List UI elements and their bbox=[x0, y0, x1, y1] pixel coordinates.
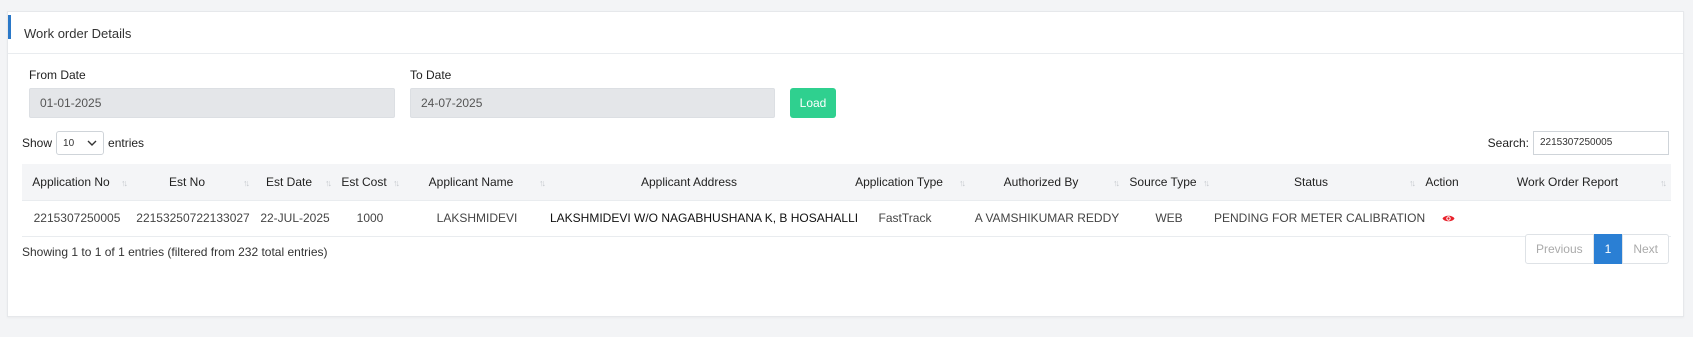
search-label: Search: bbox=[1487, 136, 1529, 150]
sort-icon: ↑↓ bbox=[1660, 177, 1667, 188]
table-header-row: Application No ↑↓ Est No ↑↓ Est Date ↑↓ Est… bbox=[22, 164, 1671, 201]
sort-icon: ↑↓ bbox=[1203, 177, 1210, 188]
sort-icon: ↑↓ bbox=[325, 177, 332, 188]
cell-work-order-report bbox=[1476, 200, 1671, 237]
next-page-button[interactable]: Next bbox=[1622, 234, 1669, 264]
sort-icon: ↑↓ bbox=[539, 177, 546, 188]
cell-status: PENDING FOR METER CALIBRATION bbox=[1214, 200, 1425, 237]
previous-page-button[interactable]: Previous bbox=[1524, 234, 1594, 264]
work-order-card: Work order Details From Date 01-01-2025 … bbox=[7, 11, 1684, 317]
col-header-application-type[interactable]: Application Type ↑↓ bbox=[840, 164, 970, 201]
from-date-input[interactable]: 01-01-2025 bbox=[29, 88, 395, 118]
cell-est-date: 22-JUL-2025 bbox=[254, 200, 336, 237]
col-header-action[interactable]: Action bbox=[1420, 164, 1476, 201]
col-header-est-no[interactable]: Est No ↑↓ bbox=[132, 164, 254, 201]
col-header-work-order-report[interactable]: Work Order Report ↑↓ bbox=[1476, 164, 1671, 201]
cell-application-type: FastTrack bbox=[840, 200, 970, 237]
col-header-application-no[interactable]: Application No ↑↓ bbox=[22, 164, 132, 201]
to-date-input[interactable]: 24-07-2025 bbox=[410, 88, 775, 118]
col-header-applicant-name[interactable]: Applicant Name ↑↓ bbox=[404, 164, 550, 201]
search-input[interactable]: 2215307250005 bbox=[1533, 131, 1669, 155]
sort-icon: ↑↓ bbox=[1113, 177, 1120, 188]
cell-action bbox=[1420, 200, 1476, 237]
col-header-status[interactable]: Status ↑↓ bbox=[1214, 164, 1420, 201]
sort-icon: ↑↓ bbox=[959, 177, 966, 188]
cell-source-type: WEB bbox=[1124, 200, 1214, 237]
sort-icon: ↑↓ bbox=[393, 177, 400, 188]
page-1-button[interactable]: 1 bbox=[1593, 234, 1623, 264]
header-accent-bar bbox=[8, 15, 11, 39]
cell-applicant-address: LAKSHMIDEVI W/O NAGABHUSHANA K, B HOSAHA… bbox=[550, 200, 858, 237]
entries-select[interactable]: 10 bbox=[56, 131, 105, 155]
from-date-label: From Date bbox=[29, 68, 86, 82]
cell-application-no: 2215307250005 bbox=[22, 200, 132, 237]
sort-icon: ↑↓ bbox=[243, 177, 250, 188]
search-control: Search: 2215307250005 bbox=[1488, 131, 1669, 155]
cell-applicant-name: LAKSHMIDEVI bbox=[404, 200, 550, 237]
table-row: 2215307250005 22153250722133027 22-JUL-2… bbox=[22, 200, 1671, 237]
card-title: Work order Details bbox=[24, 26, 132, 41]
work-order-table: Application No ↑↓ Est No ↑↓ Est Date ↑↓ Est… bbox=[22, 164, 1671, 237]
col-header-source-type[interactable]: Source Type ↑↓ bbox=[1124, 164, 1214, 201]
load-button[interactable]: Load bbox=[790, 88, 836, 118]
entries-length-control: Show 10 entries bbox=[22, 131, 144, 155]
card-header: Work order Details bbox=[8, 12, 1683, 54]
show-label: Show bbox=[22, 136, 53, 150]
chevron-down-icon bbox=[87, 140, 97, 146]
col-header-est-cost[interactable]: Est Cost ↑↓ bbox=[336, 164, 404, 201]
table-info: Showing 1 to 1 of 1 entries (filtered fr… bbox=[22, 245, 328, 259]
col-header-authorized-by[interactable]: Authorized By ↑↓ bbox=[970, 164, 1124, 201]
cell-est-cost: 1000 bbox=[336, 200, 404, 237]
sort-icon: ↑↓ bbox=[121, 177, 128, 188]
to-date-label: To Date bbox=[410, 68, 452, 82]
eye-icon[interactable] bbox=[1442, 214, 1455, 223]
entries-label: entries bbox=[108, 136, 145, 150]
sort-icon: ↑↓ bbox=[1409, 177, 1416, 188]
entries-select-value: 10 bbox=[63, 137, 75, 149]
cell-est-no: 22153250722133027 bbox=[132, 200, 254, 237]
col-header-est-date[interactable]: Est Date ↑↓ bbox=[254, 164, 336, 201]
cell-authorized-by: A VAMSHIKUMAR REDDY bbox=[970, 200, 1124, 237]
pagination: Previous 1 Next bbox=[1524, 234, 1669, 264]
col-header-applicant-address[interactable]: Applicant Address bbox=[550, 164, 840, 201]
